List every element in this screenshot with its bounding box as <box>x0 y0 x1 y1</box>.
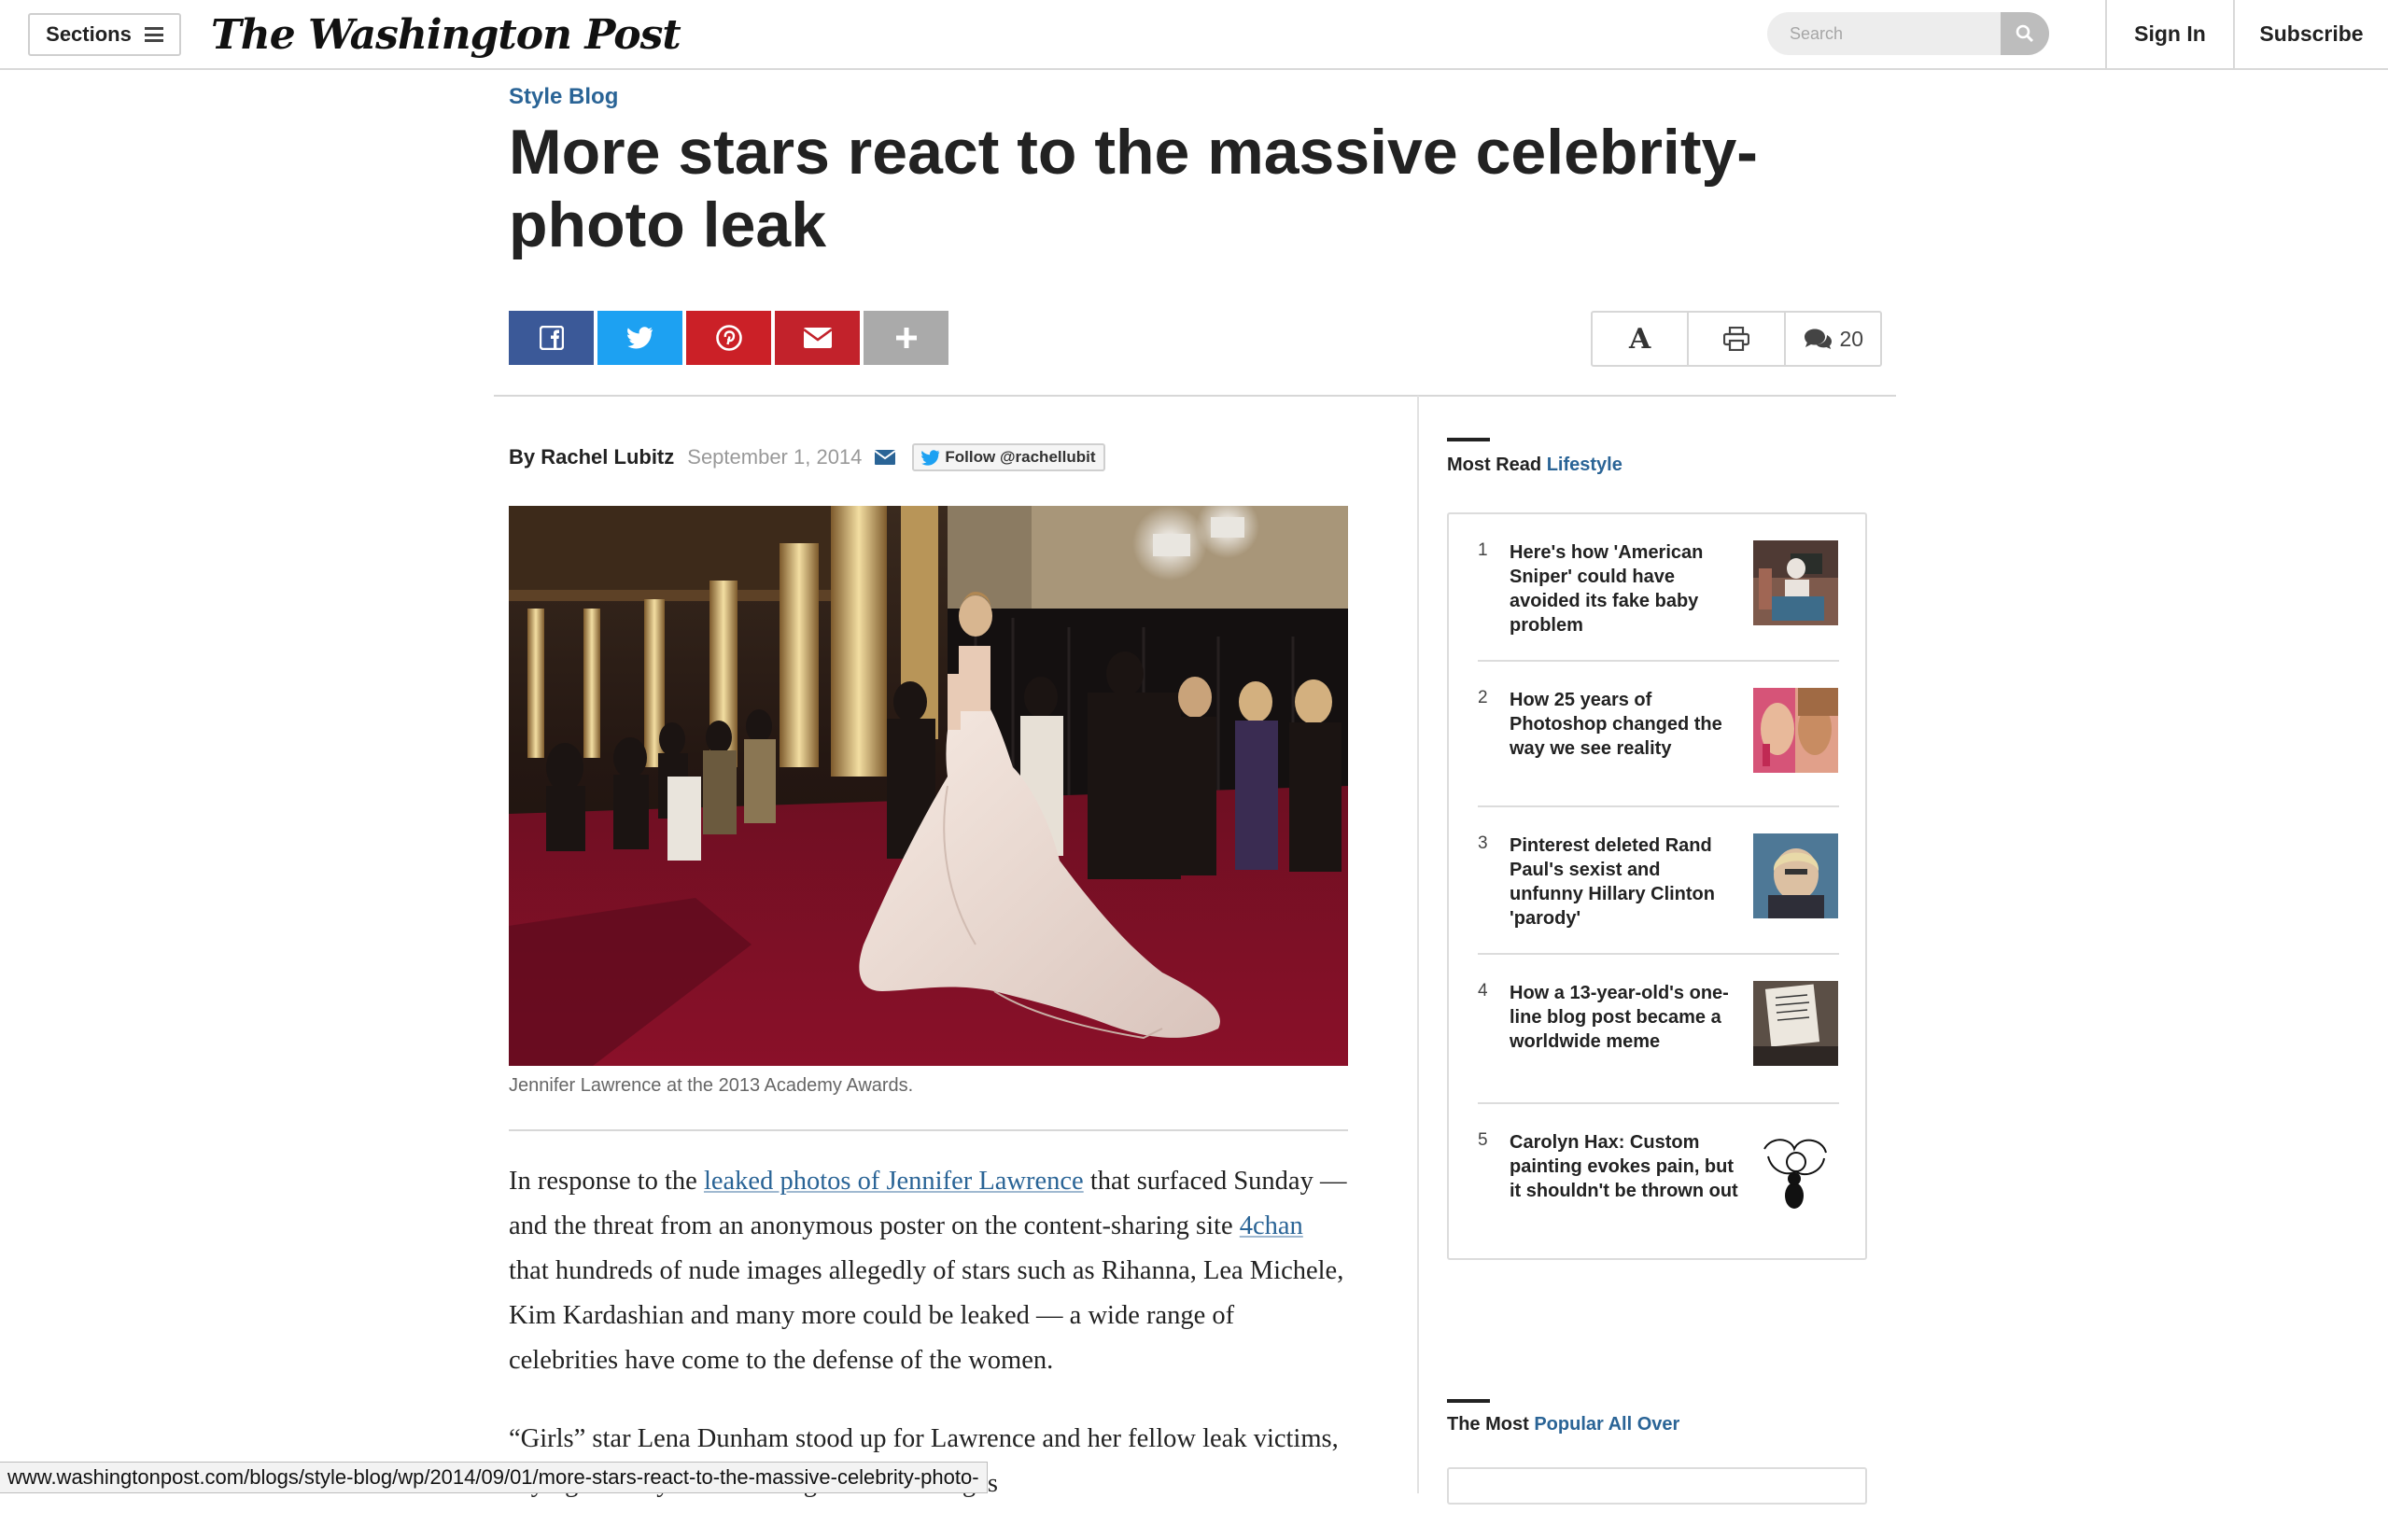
article-headline: More stars react to the massive celebrit… <box>509 117 1758 260</box>
search-button[interactable] <box>2001 12 2049 55</box>
list-item[interactable]: 2 How 25 years of Photoshop changed the … <box>1478 662 1839 807</box>
facebook-icon <box>539 326 564 350</box>
follow-label: Follow @rachellubit <box>945 448 1096 466</box>
share-pinterest-button[interactable] <box>686 311 771 365</box>
blog-kicker[interactable]: Style Blog <box>509 84 618 110</box>
section-rule <box>1447 1399 1490 1403</box>
item-number: 4 <box>1478 981 1488 1001</box>
comment-count: 20 <box>1839 326 1864 351</box>
sections-button[interactable]: Sections <box>28 13 181 56</box>
article-tools: A 20 <box>1591 311 1882 367</box>
leaked-photos-link[interactable]: leaked photos of Jennifer Lawrence <box>704 1167 1084 1196</box>
font-size-icon: A <box>1629 322 1651 356</box>
sign-in-link[interactable]: Sign In <box>2107 0 2233 68</box>
paragraph: In response to the leaked photos of Jenn… <box>509 1159 1349 1383</box>
heading-prefix: Most Read <box>1447 455 1542 475</box>
byline-prefix: By <box>509 445 536 469</box>
subscribe-link[interactable]: Subscribe <box>2235 0 2388 68</box>
list-item[interactable]: 5 Carolyn Hax: Custom painting evokes pa… <box>1478 1104 1839 1259</box>
header-divider <box>494 395 1896 397</box>
most-read-list: 1 Here's how 'American Sniper' could hav… <box>1447 512 1867 1260</box>
list-item[interactable]: 1 Here's how 'American Sniper' could hav… <box>1478 514 1839 662</box>
item-thumbnail[interactable] <box>1753 981 1838 1066</box>
item-title[interactable]: How 25 years of Photoshop changed the wa… <box>1510 688 1738 761</box>
follow-twitter-button[interactable]: Follow @rachellubit <box>912 443 1105 471</box>
heading-accent[interactable]: Lifestyle <box>1547 455 1622 475</box>
text-run: In response to the <box>509 1167 704 1196</box>
photo-caption: Jennifer Lawrence at the 2013 Academy Aw… <box>509 1075 914 1096</box>
section-rule <box>1447 438 1490 441</box>
item-thumbnail[interactable] <box>1753 833 1838 918</box>
twitter-icon <box>626 327 653 349</box>
item-thumbnail[interactable] <box>1753 688 1838 773</box>
top-nav: Sections The Washington Post Sign In Sub… <box>0 0 2388 70</box>
4chan-link[interactable]: 4chan <box>1240 1211 1303 1240</box>
item-thumbnail[interactable] <box>1753 1130 1838 1215</box>
search-icon <box>2016 24 2034 43</box>
list-item[interactable]: 4 How a 13-year-old's one-line blog post… <box>1478 955 1839 1104</box>
popular-heading: The Most Popular All Over <box>1447 1414 1679 1435</box>
item-title[interactable]: Here's how 'American Sniper' could have … <box>1510 540 1738 637</box>
red-carpet-image <box>509 506 1348 1066</box>
plus-icon <box>895 328 917 348</box>
heading-prefix: The Most <box>1447 1414 1529 1435</box>
hamburger-icon <box>144 27 163 42</box>
print-button[interactable] <box>1689 313 1786 365</box>
item-title[interactable]: How a 13-year-old's one-line blog post b… <box>1510 981 1738 1054</box>
share-twitter-button[interactable] <box>597 311 682 365</box>
heading-accent[interactable]: Popular All Over <box>1534 1414 1679 1435</box>
byline: By Rachel Lubitz September 1, 2014 Follo… <box>509 443 1105 471</box>
site-logo[interactable]: The Washington Post <box>211 7 681 63</box>
share-email-button[interactable] <box>775 311 860 365</box>
search-box <box>1767 12 2049 55</box>
share-facebook-button[interactable] <box>509 311 594 365</box>
font-size-button[interactable]: A <box>1593 313 1690 365</box>
article-photo[interactable] <box>509 506 1348 1066</box>
list-item[interactable]: 3 Pinterest deleted Rand Paul's sexist a… <box>1478 807 1839 955</box>
email-author-icon[interactable] <box>875 450 896 465</box>
pinterest-icon <box>715 325 742 351</box>
item-number: 2 <box>1478 688 1488 707</box>
text-run: that hundreds of nude images allegedly o… <box>509 1256 1344 1375</box>
envelope-icon <box>803 328 832 348</box>
most-read-heading: Most Read Lifestyle <box>1447 455 1622 476</box>
item-title[interactable]: Pinterest deleted Rand Paul's sexist and… <box>1510 833 1738 931</box>
search-input[interactable] <box>1767 12 2001 55</box>
column-divider <box>1417 396 1419 1493</box>
author-label: Rachel Lubitz <box>541 445 675 469</box>
link-status-bar: www.washingtonpost.com/blogs/style-blog/… <box>0 1462 988 1493</box>
printer-icon <box>1722 327 1749 351</box>
sections-label: Sections <box>46 22 132 46</box>
item-thumbnail[interactable] <box>1753 540 1838 625</box>
item-number: 3 <box>1478 833 1488 853</box>
author-name[interactable]: By Rachel Lubitz <box>509 445 674 469</box>
popular-list <box>1447 1467 1867 1505</box>
share-bar <box>509 311 948 365</box>
share-more-button[interactable] <box>864 311 948 365</box>
publish-date: September 1, 2014 <box>687 445 863 469</box>
item-number: 5 <box>1478 1130 1488 1150</box>
comments-button[interactable]: 20 <box>1786 313 1880 365</box>
caption-divider <box>509 1129 1348 1131</box>
comments-icon <box>1804 329 1832 349</box>
twitter-icon <box>921 449 940 466</box>
item-number: 1 <box>1478 540 1488 560</box>
item-title[interactable]: Carolyn Hax: Custom painting evokes pain… <box>1510 1130 1738 1203</box>
